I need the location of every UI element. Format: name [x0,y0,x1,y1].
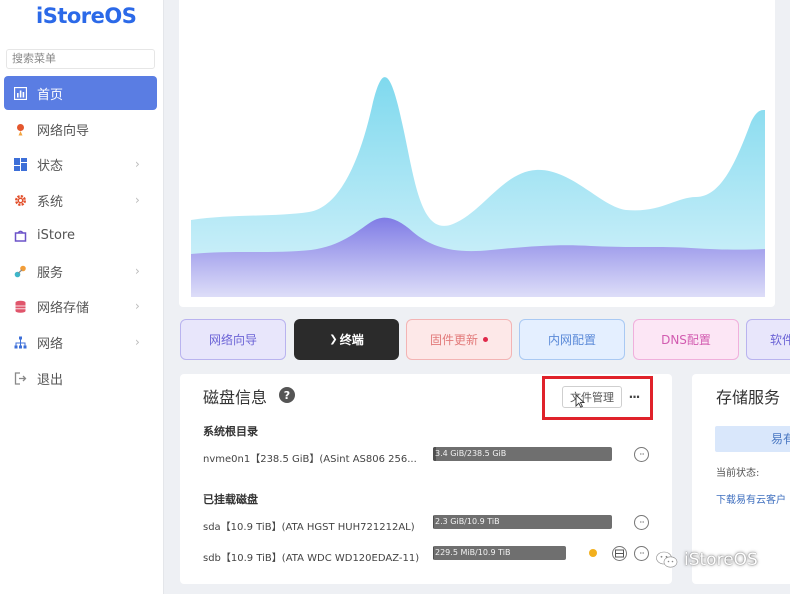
gear-icon [12,192,28,208]
wizard-icon [12,121,28,137]
watermark: iStoreOS [656,550,758,570]
firmware-update-label: 固件更新 [429,333,478,347]
help-icon[interactable]: ? [279,387,295,403]
logout-icon [12,370,28,386]
update-indicator-dot [483,337,488,342]
sidebar-item-label: 退出 [37,372,64,388]
network-icon [12,334,28,350]
mounted-disks-title: 已挂载磁盘 [203,493,258,506]
lan-config-button[interactable]: 内网配置 [519,319,625,360]
sidebar: iStoreOS 搜索菜单 首页 网络向导 状态 › 系统 › iStore 服… [0,0,164,594]
sidebar-item-label: 网络存储 [37,300,90,316]
highlight-box [542,376,653,420]
network-wizard-button[interactable]: 网络向导 [180,319,286,360]
system-root-title: 系统根目录 [203,425,258,438]
disk-usage-text: 3.4 GiB/238.5 GiB [435,449,507,458]
sidebar-item-logout[interactable]: 退出 [4,361,157,395]
sidebar-item-label: 状态 [37,158,64,174]
sidebar-item-status[interactable]: 状态 › [4,147,157,181]
dashboard-icon [12,85,28,101]
menu-search-input[interactable]: 搜索菜单 [6,49,155,69]
traffic-chart-card [179,0,775,307]
chevron-right-icon: › [135,193,140,207]
dns-config-label: DNS配置 [661,333,711,347]
watermark-text: iStoreOS [684,550,758,570]
sidebar-item-label: 系统 [37,194,64,210]
wechat-icon [656,551,678,568]
sidebar-item-system[interactable]: 系统 › [4,183,157,217]
software-label: 软件 [770,333,790,347]
disk-storage-icon[interactable] [612,546,627,561]
sidebar-item-istore[interactable]: iStore [4,218,157,252]
lan-config-label: 内网配置 [547,333,596,347]
storage-icon [12,298,28,314]
dns-config-button[interactable]: DNS配置 [633,319,739,360]
disk-usage-text: 229.5 MiB/10.9 TiB [435,548,511,557]
app-logo[interactable]: iStoreOS [36,4,137,28]
chevron-right-icon: › [135,335,140,349]
sidebar-item-home[interactable]: 首页 [4,76,157,110]
storage-service-title: 存储服务 [716,388,781,407]
storage-service-button[interactable]: 易有 [715,426,790,452]
storage-status-label: 当前状态: [716,468,760,479]
disk-label-sda: sda【10.9 TiB】(ATA HGST HUH721212AL) [203,522,415,533]
chevron-right-icon: › [135,157,140,171]
disk-label-nvme0n1: nvme0n1【238.5 GiB】(ASint AS806 256... [203,454,417,465]
terminal-label: 终端 [339,333,364,347]
disk-usage-bar: 229.5 MiB/10.9 TiB [433,546,566,560]
chevron-right-icon: › [135,264,140,278]
download-client-link[interactable]: 下载易有云客户 [716,491,786,506]
disk-info-title: 磁盘信息 [203,388,268,407]
terminal-prompt-icon: ❯ [329,334,338,345]
services-icon [12,263,28,279]
software-button[interactable]: 软件 [746,319,790,360]
store-icon [12,227,28,243]
disk-options-button[interactable]: ··· [634,546,649,561]
sidebar-item-label: 首页 [37,87,64,103]
sidebar-item-label: 网络 [37,336,64,352]
chevron-right-icon: › [135,299,140,313]
sidebar-item-network-storage[interactable]: 网络存储 › [4,289,157,323]
disk-usage-bar: 3.4 GiB/238.5 GiB [433,447,612,461]
disk-info-card: 磁盘信息 ? 文件管理 ··· 系统根目录 nvme0n1【238.5 GiB】… [180,374,672,584]
disk-usage-bar: 2.3 GiB/10.9 TiB [433,515,612,529]
warning-indicator-icon[interactable] [589,549,597,557]
sidebar-item-label: iStore [37,227,75,243]
network-wizard-label: 网络向导 [208,333,257,347]
disk-usage-text: 2.3 GiB/10.9 TiB [435,517,500,526]
sidebar-item-label: 服务 [37,265,64,281]
status-grid-icon [12,156,28,172]
firmware-update-button[interactable]: 固件更新 [406,319,512,360]
mouse-cursor-icon [575,393,586,411]
disk-label-sdb: sdb【10.9 TiB】(ATA WDC WD120EDAZ-11) [203,553,420,564]
disk-options-button[interactable]: ··· [634,447,649,462]
disk-options-button[interactable]: ··· [634,515,649,530]
traffic-wave-chart [191,77,765,297]
sidebar-item-services[interactable]: 服务 › [4,254,157,288]
sidebar-item-network-wizard[interactable]: 网络向导 [4,112,157,146]
sidebar-item-network[interactable]: 网络 › [4,325,157,359]
terminal-button[interactable]: ❯ 终端 [294,319,399,360]
sidebar-item-label: 网络向导 [37,123,90,139]
